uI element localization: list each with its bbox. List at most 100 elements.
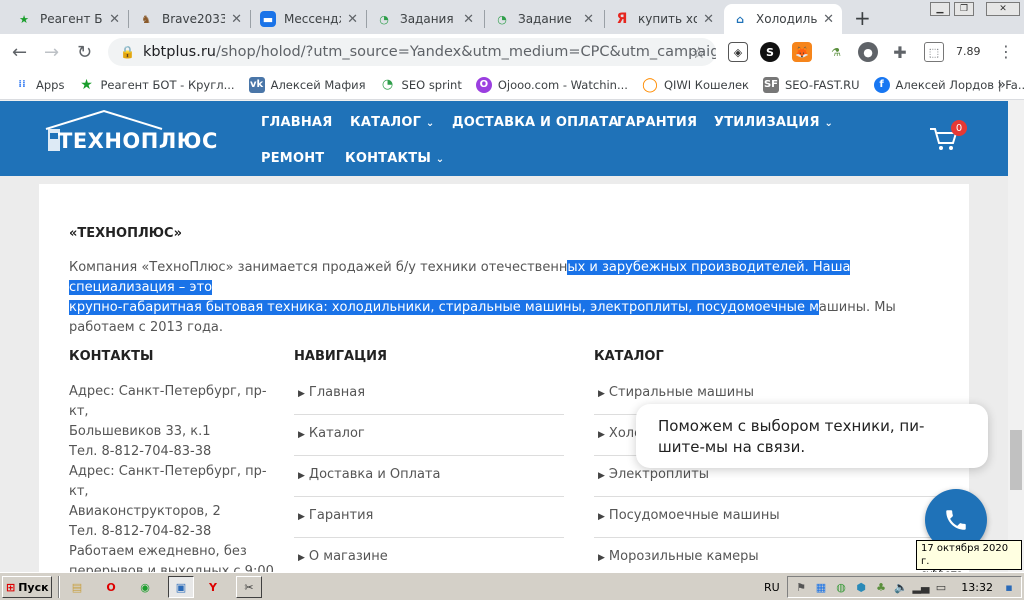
about-text-part: Компания «ТехноПлюс» занимается продажей… [69, 260, 568, 275]
phone[interactable]: Тел. 8-812-704-83-38 [69, 442, 274, 462]
shield-icon[interactable]: ◍ [832, 578, 850, 596]
bookmarks-overflow-button[interactable]: » [997, 77, 1006, 93]
working-hours: Работаем ежедневно, без перерывов и выхо… [69, 542, 274, 572]
cart-button[interactable]: 0 [928, 120, 967, 157]
back-icon[interactable]: ← [12, 42, 27, 63]
bookmark-label: Алексей Мафия [270, 77, 366, 92]
bookmark-reagent-bot[interactable]: ★ Реагент БОТ - Кругл... [78, 77, 234, 93]
scrollbar-thumb[interactable] [1010, 430, 1022, 490]
speaker-icon[interactable]: 🔈 [892, 578, 910, 596]
nav-link-main[interactable]: ▶ Главная [294, 374, 564, 415]
bookmark-aleksey-mafia[interactable]: vk Алексей Мафия [248, 76, 366, 93]
vk-icon: vk [248, 76, 265, 93]
close-icon[interactable]: ✕ [347, 12, 358, 27]
start-button[interactable]: ⊞ Пуск [2, 576, 52, 598]
bookmark-star-icon[interactable]: ☆ [692, 43, 706, 62]
language-indicator[interactable]: RU [764, 581, 780, 594]
chrome-icon[interactable]: ◉ [136, 578, 154, 596]
opera-icon[interactable]: O [102, 578, 120, 596]
menu-repair[interactable]: РЕМОНТ [261, 151, 324, 166]
triangle-right-icon: ▶ [298, 471, 305, 481]
close-icon[interactable]: ✕ [703, 12, 714, 27]
nav-link-delivery[interactable]: ▶ Доставка и Оплата [294, 456, 564, 497]
about-text: Компания «ТехноПлюс» занимается продажей… [69, 258, 939, 338]
tab-reagent-bot[interactable]: ★ Реагент БОТ ✕ [8, 4, 128, 34]
flag-icon[interactable]: ⚑ [792, 578, 810, 596]
show-desktop-icon[interactable]: ▪ [1000, 578, 1018, 596]
address-2: Адрес: Санкт-Петербург, пр-кт, Авиаконст… [69, 462, 274, 542]
ext-ex-icon[interactable]: ⬚ [924, 42, 944, 62]
nav-link-about[interactable]: ▶ О магазине [294, 538, 564, 572]
close-icon[interactable]: ✕ [583, 12, 594, 27]
triangle-right-icon: ▶ [598, 553, 605, 563]
forward-icon[interactable]: → [44, 42, 59, 63]
windows-taskbar: ⊞ Пуск ▤ O ◉ ▣ Y ✂ RU ⚑ ▦ ◍ ⬢ ♣ 🔈 ▂▄ ▭ 1… [0, 572, 1024, 600]
bookmark-qiwi[interactable]: ◯ QIWI Кошелек [642, 77, 749, 93]
house-icon: ⌂ [736, 12, 744, 26]
clock[interactable]: 13:32 [961, 581, 993, 594]
tab-title: Brave2033 [162, 12, 226, 26]
tab-fridges[interactable]: ⌂ Холодильники ✕ [724, 4, 842, 34]
nav-link-catalog[interactable]: ▶ Каталог [294, 415, 564, 456]
app-tray-icon[interactable]: ♣ [872, 578, 890, 596]
nav-link-label: Доставка и Оплата [308, 467, 441, 482]
signal-icon[interactable]: ▂▄ [912, 578, 930, 596]
flask-extension-icon[interactable]: ⚗ [826, 42, 846, 62]
keyboard-icon[interactable]: ▭ [932, 578, 950, 596]
menu-contacts[interactable]: КОНТАКТЫ ⌄ [345, 151, 444, 166]
menu-main[interactable]: ГЛАВНАЯ [261, 115, 332, 130]
network-icon[interactable]: ▦ [812, 578, 830, 596]
tab-buy-fridge[interactable]: Я купить холодильник ✕ [606, 4, 722, 34]
tab-messenger[interactable]: ▬ Мессенджер ✕ [252, 4, 366, 34]
address-line: Авиаконструкторов, 2 [69, 504, 221, 519]
phone[interactable]: Тел. 8-812-704-82-38 [69, 522, 274, 542]
active-window-button[interactable]: ▣ [168, 576, 194, 598]
minimize-button[interactable]: ▁ [930, 2, 950, 16]
tab-task[interactable]: ◔ Задание ✕ [486, 4, 602, 34]
catalog-link-freezers[interactable]: ▶ Морозильные камеры [594, 538, 944, 572]
close-icon[interactable]: ✕ [231, 12, 242, 27]
cube-extension-icon[interactable]: ◈ [728, 42, 748, 62]
menu-delivery[interactable]: ДОСТАВКА И ОПЛАТА [452, 115, 619, 130]
metamask-icon[interactable]: 🦊 [792, 42, 812, 62]
puzzle-extensions-icon[interactable]: ✚ [890, 42, 910, 62]
close-icon[interactable]: ✕ [109, 12, 120, 27]
profile-extension-icon[interactable]: ● [858, 42, 878, 62]
s-extension-icon[interactable]: S [760, 42, 780, 62]
bookmark-apps[interactable]: ⁞⁞ Apps [14, 77, 64, 93]
close-icon[interactable]: ✕ [823, 12, 834, 27]
page-scrollbar[interactable] [1008, 100, 1024, 572]
bookmark-seo-sprint[interactable]: ◔ SEO sprint [380, 77, 462, 93]
yandex-browser-icon[interactable]: Y [204, 578, 222, 596]
chat-invite-bubble[interactable]: Поможем с выбором техники, пи- шите-мы н… [636, 404, 988, 468]
tab-title: Задание [518, 12, 572, 26]
address-line: Большевиков 33, к.1 [69, 424, 211, 439]
site-logo[interactable]: ТЕХНОПЛЮС [44, 109, 217, 159]
folder-icon[interactable]: ▤ [68, 578, 86, 596]
new-tab-button[interactable]: + [854, 6, 871, 30]
menu-recycling[interactable]: УТИЛИЗАЦИЯ ⌄ [714, 115, 833, 130]
chat-text-line: шите-мы на связи. [658, 438, 806, 456]
bookmark-seo-fast[interactable]: SF SEO-FAST.RU [762, 76, 860, 93]
chevron-down-icon: ⌄ [435, 154, 445, 165]
maximize-button[interactable]: ❐ [954, 2, 974, 16]
tab-tasks[interactable]: ◔ Задания ✕ [368, 4, 482, 34]
tab-brave2033[interactable]: ♞ Brave2033 ✕ [130, 4, 250, 34]
catalog-heading: КАТАЛОГ [594, 349, 664, 364]
tab-title: купить холодильник [638, 12, 698, 26]
triangle-right-icon: ▶ [598, 512, 605, 522]
address-bar[interactable]: 🔒 kbtplus.ru /shop/holod/?utm_source=Yan… [108, 38, 716, 66]
menu-warranty[interactable]: ГАРАНТИЯ [617, 115, 697, 130]
close-window-button[interactable]: ✕ [986, 2, 1020, 16]
bookmark-ojooo[interactable]: O Ojooo.com - Watchin... [475, 76, 628, 93]
bookmark-label: QIWI Кошелек [663, 77, 749, 92]
close-icon[interactable]: ✕ [463, 12, 474, 27]
catalog-link-dishwashers[interactable]: ▶ Посудомоечные машины [594, 497, 944, 538]
menu-catalog[interactable]: КАТАЛОГ ⌄ [350, 115, 434, 130]
reload-icon[interactable]: ↻ [77, 42, 92, 63]
chat-icon: ▬ [260, 11, 276, 27]
menu-icon[interactable]: ⋮ [998, 42, 1014, 61]
nav-link-warranty[interactable]: ▶ Гарантия [294, 497, 564, 538]
box-icon[interactable]: ⬢ [852, 578, 870, 596]
tools-icon[interactable]: ✂ [236, 576, 262, 598]
